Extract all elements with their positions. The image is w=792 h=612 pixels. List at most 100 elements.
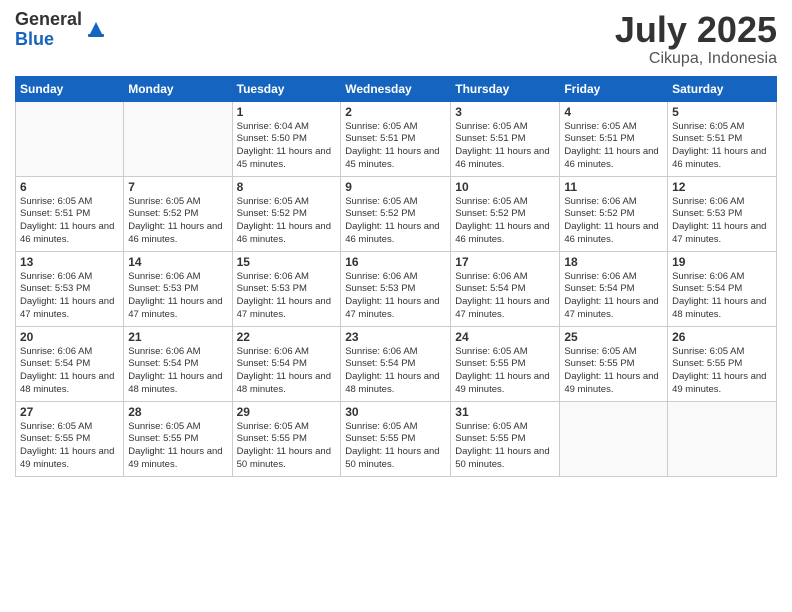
calendar-week-row: 20 Sunrise: 6:06 AM Sunset: 5:54 PM Dayli…	[16, 326, 777, 401]
day-number: 4	[564, 105, 663, 119]
day-number: 6	[20, 180, 119, 194]
cell-info: Sunrise: 6:05 AM Sunset: 5:55 PM Dayligh…	[455, 421, 555, 472]
calendar-cell: 30 Sunrise: 6:05 AM Sunset: 5:55 PM Dayli…	[341, 401, 451, 476]
calendar-cell: 26 Sunrise: 6:05 AM Sunset: 5:55 PM Dayli…	[668, 326, 777, 401]
day-number: 30	[345, 405, 446, 419]
day-number: 5	[672, 105, 772, 119]
calendar-cell: 16Sunrise: 6:06 AM Sunset: 5:53 PM Dayli…	[341, 251, 451, 326]
cell-info: Sunrise: 6:06 AM Sunset: 5:53 PM Dayligh…	[20, 271, 119, 322]
day-number: 19	[672, 255, 772, 269]
cell-info: Sunrise: 6:05 AM Sunset: 5:51 PM Dayligh…	[564, 121, 663, 172]
calendar-cell: 15Sunrise: 6:06 AM Sunset: 5:53 PM Dayli…	[232, 251, 341, 326]
calendar-cell: 28Sunrise: 6:05 AM Sunset: 5:55 PM Dayli…	[124, 401, 232, 476]
calendar-week-row: 13 Sunrise: 6:06 AM Sunset: 5:53 PM Dayli…	[16, 251, 777, 326]
day-number: 13	[20, 255, 119, 269]
calendar-cell: 9Sunrise: 6:05 AM Sunset: 5:52 PM Daylig…	[341, 176, 451, 251]
col-tuesday: Tuesday	[232, 76, 341, 101]
day-number: 29	[237, 405, 337, 419]
cell-info: Sunrise: 6:06 AM Sunset: 5:54 PM Dayligh…	[20, 346, 119, 397]
calendar-cell: 25 Sunrise: 6:05 AM Sunset: 5:55 PM Dayli…	[560, 326, 668, 401]
cell-info: Sunrise: 6:05 AM Sunset: 5:51 PM Dayligh…	[345, 121, 446, 172]
cell-info: Sunrise: 6:06 AM Sunset: 5:53 PM Dayligh…	[128, 271, 227, 322]
calendar-cell: 1Sunrise: 6:04 AM Sunset: 5:50 PM Daylig…	[232, 101, 341, 176]
calendar-header-row: Sunday Monday Tuesday Wednesday Thursday…	[16, 76, 777, 101]
cell-info: Sunrise: 6:05 AM Sunset: 5:51 PM Dayligh…	[672, 121, 772, 172]
calendar: Sunday Monday Tuesday Wednesday Thursday…	[15, 76, 777, 477]
calendar-cell: 18Sunrise: 6:06 AM Sunset: 5:54 PM Dayli…	[560, 251, 668, 326]
cell-info: Sunrise: 6:05 AM Sunset: 5:55 PM Dayligh…	[237, 421, 337, 472]
cell-info: Sunrise: 6:05 AM Sunset: 5:55 PM Dayligh…	[672, 346, 772, 397]
cell-info: Sunrise: 6:06 AM Sunset: 5:53 PM Dayligh…	[237, 271, 337, 322]
cell-info: Sunrise: 6:05 AM Sunset: 5:52 PM Dayligh…	[128, 196, 227, 247]
day-number: 18	[564, 255, 663, 269]
cell-info: Sunrise: 6:06 AM Sunset: 5:54 PM Dayligh…	[455, 271, 555, 322]
day-number: 25	[564, 330, 663, 344]
calendar-cell	[560, 401, 668, 476]
cell-info: Sunrise: 6:05 AM Sunset: 5:51 PM Dayligh…	[20, 196, 119, 247]
header: General Blue July 2025 Cikupa, Indonesia	[15, 10, 777, 68]
calendar-cell: 12 Sunrise: 6:06 AM Sunset: 5:53 PM Dayli…	[668, 176, 777, 251]
calendar-cell: 17 Sunrise: 6:06 AM Sunset: 5:54 PM Dayli…	[451, 251, 560, 326]
col-friday: Friday	[560, 76, 668, 101]
col-thursday: Thursday	[451, 76, 560, 101]
calendar-cell: 20 Sunrise: 6:06 AM Sunset: 5:54 PM Dayli…	[16, 326, 124, 401]
day-number: 22	[237, 330, 337, 344]
cell-info: Sunrise: 6:05 AM Sunset: 5:52 PM Dayligh…	[455, 196, 555, 247]
cell-info: Sunrise: 6:06 AM Sunset: 5:54 PM Dayligh…	[128, 346, 227, 397]
logo: General Blue	[15, 10, 107, 50]
calendar-cell	[124, 101, 232, 176]
day-number: 31	[455, 405, 555, 419]
calendar-week-row: 1Sunrise: 6:04 AM Sunset: 5:50 PM Daylig…	[16, 101, 777, 176]
day-number: 17	[455, 255, 555, 269]
day-number: 2	[345, 105, 446, 119]
col-monday: Monday	[124, 76, 232, 101]
day-number: 3	[455, 105, 555, 119]
cell-info: Sunrise: 6:06 AM Sunset: 5:54 PM Dayligh…	[672, 271, 772, 322]
day-number: 26	[672, 330, 772, 344]
day-number: 8	[237, 180, 337, 194]
calendar-cell: 10Sunrise: 6:05 AM Sunset: 5:52 PM Dayli…	[451, 176, 560, 251]
day-number: 27	[20, 405, 119, 419]
calendar-cell: 2 Sunrise: 6:05 AM Sunset: 5:51 PM Daylig…	[341, 101, 451, 176]
title-block: July 2025 Cikupa, Indonesia	[615, 10, 777, 68]
calendar-cell	[16, 101, 124, 176]
calendar-cell: 6 Sunrise: 6:05 AM Sunset: 5:51 PM Daylig…	[16, 176, 124, 251]
cell-info: Sunrise: 6:05 AM Sunset: 5:55 PM Dayligh…	[20, 421, 119, 472]
cell-info: Sunrise: 6:06 AM Sunset: 5:53 PM Dayligh…	[672, 196, 772, 247]
day-number: 28	[128, 405, 227, 419]
calendar-cell: 7 Sunrise: 6:05 AM Sunset: 5:52 PM Daylig…	[124, 176, 232, 251]
calendar-cell: 13 Sunrise: 6:06 AM Sunset: 5:53 PM Dayli…	[16, 251, 124, 326]
page: General Blue July 2025 Cikupa, Indonesia…	[0, 0, 792, 612]
logo-blue: Blue	[15, 30, 82, 50]
logo-general: General	[15, 10, 82, 30]
cell-info: Sunrise: 6:06 AM Sunset: 5:54 PM Dayligh…	[345, 346, 446, 397]
cell-info: Sunrise: 6:06 AM Sunset: 5:54 PM Dayligh…	[237, 346, 337, 397]
calendar-cell: 23 Sunrise: 6:06 AM Sunset: 5:54 PM Dayli…	[341, 326, 451, 401]
calendar-week-row: 6 Sunrise: 6:05 AM Sunset: 5:51 PM Daylig…	[16, 176, 777, 251]
location: Cikupa, Indonesia	[615, 50, 777, 68]
day-number: 24	[455, 330, 555, 344]
cell-info: Sunrise: 6:05 AM Sunset: 5:52 PM Dayligh…	[237, 196, 337, 247]
calendar-cell: 3 Sunrise: 6:05 AM Sunset: 5:51 PM Daylig…	[451, 101, 560, 176]
col-wednesday: Wednesday	[341, 76, 451, 101]
day-number: 7	[128, 180, 227, 194]
cell-info: Sunrise: 6:05 AM Sunset: 5:55 PM Dayligh…	[345, 421, 446, 472]
cell-info: Sunrise: 6:05 AM Sunset: 5:52 PM Dayligh…	[345, 196, 446, 247]
calendar-cell: 14 Sunrise: 6:06 AM Sunset: 5:53 PM Dayli…	[124, 251, 232, 326]
col-sunday: Sunday	[16, 76, 124, 101]
calendar-cell: 22 Sunrise: 6:06 AM Sunset: 5:54 PM Dayli…	[232, 326, 341, 401]
calendar-cell: 29 Sunrise: 6:05 AM Sunset: 5:55 PM Dayli…	[232, 401, 341, 476]
day-number: 14	[128, 255, 227, 269]
col-saturday: Saturday	[668, 76, 777, 101]
day-number: 20	[20, 330, 119, 344]
calendar-cell: 5 Sunrise: 6:05 AM Sunset: 5:51 PM Daylig…	[668, 101, 777, 176]
cell-info: Sunrise: 6:05 AM Sunset: 5:55 PM Dayligh…	[564, 346, 663, 397]
calendar-cell	[668, 401, 777, 476]
calendar-cell: 27 Sunrise: 6:05 AM Sunset: 5:55 PM Dayli…	[16, 401, 124, 476]
cell-info: Sunrise: 6:06 AM Sunset: 5:52 PM Dayligh…	[564, 196, 663, 247]
cell-info: Sunrise: 6:05 AM Sunset: 5:51 PM Dayligh…	[455, 121, 555, 172]
day-number: 12	[672, 180, 772, 194]
calendar-cell: 4 Sunrise: 6:05 AM Sunset: 5:51 PM Daylig…	[560, 101, 668, 176]
day-number: 11	[564, 180, 663, 194]
day-number: 23	[345, 330, 446, 344]
